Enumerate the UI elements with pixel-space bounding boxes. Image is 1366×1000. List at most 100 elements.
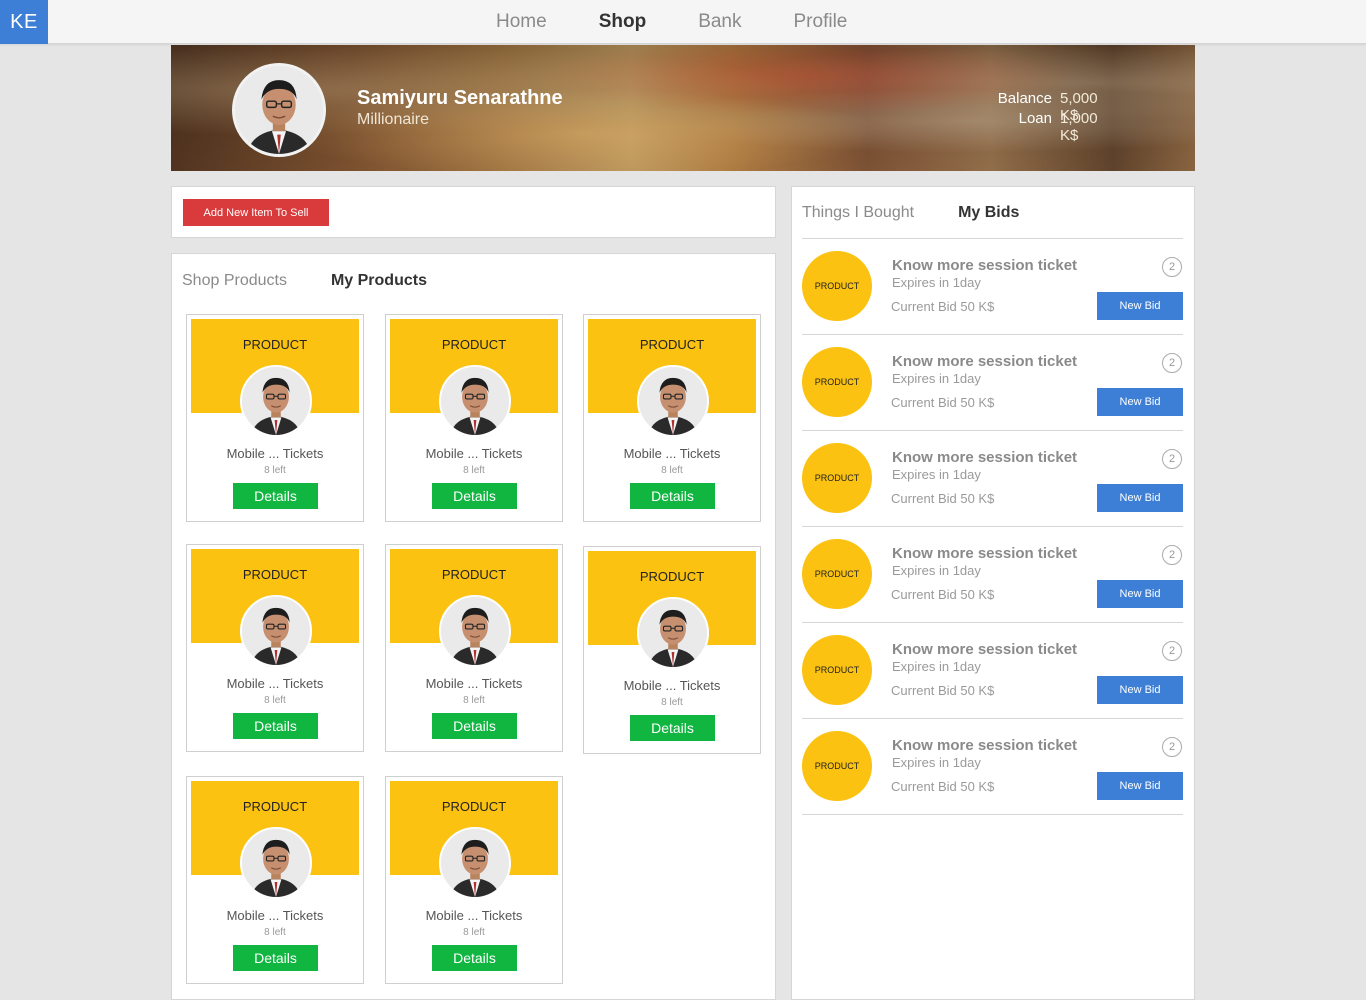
profile-avatar[interactable]: [232, 63, 326, 157]
tab-shop-products[interactable]: Shop Products: [182, 272, 287, 290]
bid-item[interactable]: PRODUCT Know more session ticket Expires…: [802, 431, 1183, 527]
new-bid-button[interactable]: New Bid: [1097, 772, 1183, 800]
products-panel: Shop Products My Products PRODUCT Mobile…: [171, 253, 776, 1000]
app-logo[interactable]: KE: [0, 0, 48, 44]
product-banner-label: PRODUCT: [441, 337, 507, 352]
bid-title: Know more session ticket: [892, 257, 1078, 274]
main-nav: Home Shop Bank Profile: [470, 0, 873, 44]
details-button[interactable]: Details: [432, 483, 517, 509]
product-card[interactable]: PRODUCT Mobile ... Tickets 8 left Detail…: [186, 314, 364, 522]
top-navbar: KE Home Shop Bank Profile: [0, 0, 1366, 44]
bid-current: Current Bid 50 K$: [891, 587, 995, 602]
bid-current: Current Bid 50 K$: [891, 491, 995, 506]
bid-title: Know more session ticket: [892, 545, 1078, 562]
nav-tab-bank[interactable]: Bank: [698, 11, 741, 33]
tab-my-bids[interactable]: My Bids: [958, 204, 1019, 222]
product-stock: 8 left: [661, 697, 683, 708]
balance-value: 5,000 K$: [1060, 90, 1098, 124]
product-banner-label: PRODUCT: [441, 799, 507, 814]
profile-name: Samiyuru Senarathne: [357, 87, 563, 109]
seller-avatar: [240, 365, 312, 437]
product-card[interactable]: PRODUCT Mobile ... Tickets 8 left Detail…: [583, 546, 761, 754]
product-banner-label: PRODUCT: [441, 567, 507, 582]
seller-avatar: [637, 365, 709, 437]
product-title: Mobile ... Tickets: [226, 908, 324, 923]
product-title: Mobile ... Tickets: [425, 676, 523, 691]
balance-label: Balance: [997, 90, 1052, 107]
details-button[interactable]: Details: [630, 483, 715, 509]
product-title: Mobile ... Tickets: [226, 676, 324, 691]
new-bid-button[interactable]: New Bid: [1097, 292, 1183, 320]
details-button[interactable]: Details: [233, 713, 318, 739]
product-card[interactable]: PRODUCT Mobile ... Tickets 8 left Detail…: [385, 544, 563, 752]
bid-product-thumb: PRODUCT: [802, 251, 872, 321]
seller-avatar: [240, 827, 312, 899]
avatar-portrait-icon: [639, 599, 707, 667]
product-banner-label: PRODUCT: [242, 799, 308, 814]
loan-value: 1,000 K$: [1060, 110, 1098, 144]
product-stock: 8 left: [463, 927, 485, 938]
bid-expiry: Expires in 1day: [892, 659, 981, 674]
bid-title: Know more session ticket: [892, 737, 1078, 754]
bid-count-badge: 2: [1162, 257, 1182, 277]
details-button[interactable]: Details: [432, 945, 517, 971]
bid-count-badge: 2: [1162, 545, 1182, 565]
bid-title: Know more session ticket: [892, 449, 1078, 466]
seller-avatar: [637, 597, 709, 669]
bid-product-thumb: PRODUCT: [802, 347, 872, 417]
bids-panel: Things I Bought My Bids PRODUCT Know mor…: [791, 186, 1195, 1000]
product-stock: 8 left: [463, 695, 485, 706]
seller-avatar: [439, 827, 511, 899]
details-button[interactable]: Details: [233, 945, 318, 971]
add-new-item-button[interactable]: Add New Item To Sell: [183, 199, 329, 226]
bid-count-badge: 2: [1162, 641, 1182, 661]
product-card[interactable]: PRODUCT Mobile ... Tickets 8 left Detail…: [385, 776, 563, 984]
bid-count-badge: 2: [1162, 449, 1182, 469]
bid-count-badge: 2: [1162, 353, 1182, 373]
seller-avatar: [439, 365, 511, 437]
bid-product-thumb: PRODUCT: [802, 443, 872, 513]
new-bid-button[interactable]: New Bid: [1097, 484, 1183, 512]
new-bid-button[interactable]: New Bid: [1097, 580, 1183, 608]
product-stock: 8 left: [463, 465, 485, 476]
product-card[interactable]: PRODUCT Mobile ... Tickets 8 left Detail…: [186, 776, 364, 984]
details-button[interactable]: Details: [233, 483, 318, 509]
nav-tab-home[interactable]: Home: [496, 11, 547, 33]
product-banner-label: PRODUCT: [639, 337, 705, 352]
nav-tab-profile[interactable]: Profile: [794, 11, 848, 33]
details-button[interactable]: Details: [432, 713, 517, 739]
bid-current: Current Bid 50 K$: [891, 779, 995, 794]
product-banner-label: PRODUCT: [639, 569, 705, 584]
bid-item[interactable]: PRODUCT Know more session ticket Expires…: [802, 623, 1183, 719]
product-card[interactable]: PRODUCT Mobile ... Tickets 8 left Detail…: [186, 544, 364, 752]
avatar-portrait-icon: [639, 367, 707, 435]
bid-expiry: Expires in 1day: [892, 275, 981, 290]
bid-item[interactable]: PRODUCT Know more session ticket Expires…: [802, 335, 1183, 431]
product-stock: 8 left: [264, 927, 286, 938]
avatar-portrait-icon: [441, 597, 509, 665]
new-bid-button[interactable]: New Bid: [1097, 676, 1183, 704]
tab-things-i-bought[interactable]: Things I Bought: [802, 204, 914, 222]
details-button[interactable]: Details: [630, 715, 715, 741]
product-banner-label: PRODUCT: [242, 567, 308, 582]
product-card[interactable]: PRODUCT Mobile ... Tickets 8 left Detail…: [583, 314, 761, 522]
seller-avatar: [240, 595, 312, 667]
bid-item[interactable]: PRODUCT Know more session ticket Expires…: [802, 239, 1183, 335]
bids-tabs: Things I Bought My Bids: [802, 204, 1063, 222]
bid-title: Know more session ticket: [892, 353, 1078, 370]
new-bid-button[interactable]: New Bid: [1097, 388, 1183, 416]
tab-my-products[interactable]: My Products: [331, 272, 427, 290]
bid-title: Know more session ticket: [892, 641, 1078, 658]
nav-tab-shop[interactable]: Shop: [599, 11, 647, 33]
product-stock: 8 left: [661, 465, 683, 476]
product-card[interactable]: PRODUCT Mobile ... Tickets 8 left Detail…: [385, 314, 563, 522]
account-summary: Balance 5,000 K$ Loan 1,000 K$: [982, 90, 1120, 144]
loan-label: Loan: [1018, 110, 1052, 127]
bid-count-badge: 2: [1162, 737, 1182, 757]
bid-item[interactable]: PRODUCT Know more session ticket Expires…: [802, 719, 1183, 815]
bid-expiry: Expires in 1day: [892, 371, 981, 386]
bid-product-thumb: PRODUCT: [802, 731, 872, 801]
avatar-portrait-icon: [242, 597, 310, 665]
bid-item[interactable]: PRODUCT Know more session ticket Expires…: [802, 527, 1183, 623]
product-title: Mobile ... Tickets: [226, 446, 324, 461]
